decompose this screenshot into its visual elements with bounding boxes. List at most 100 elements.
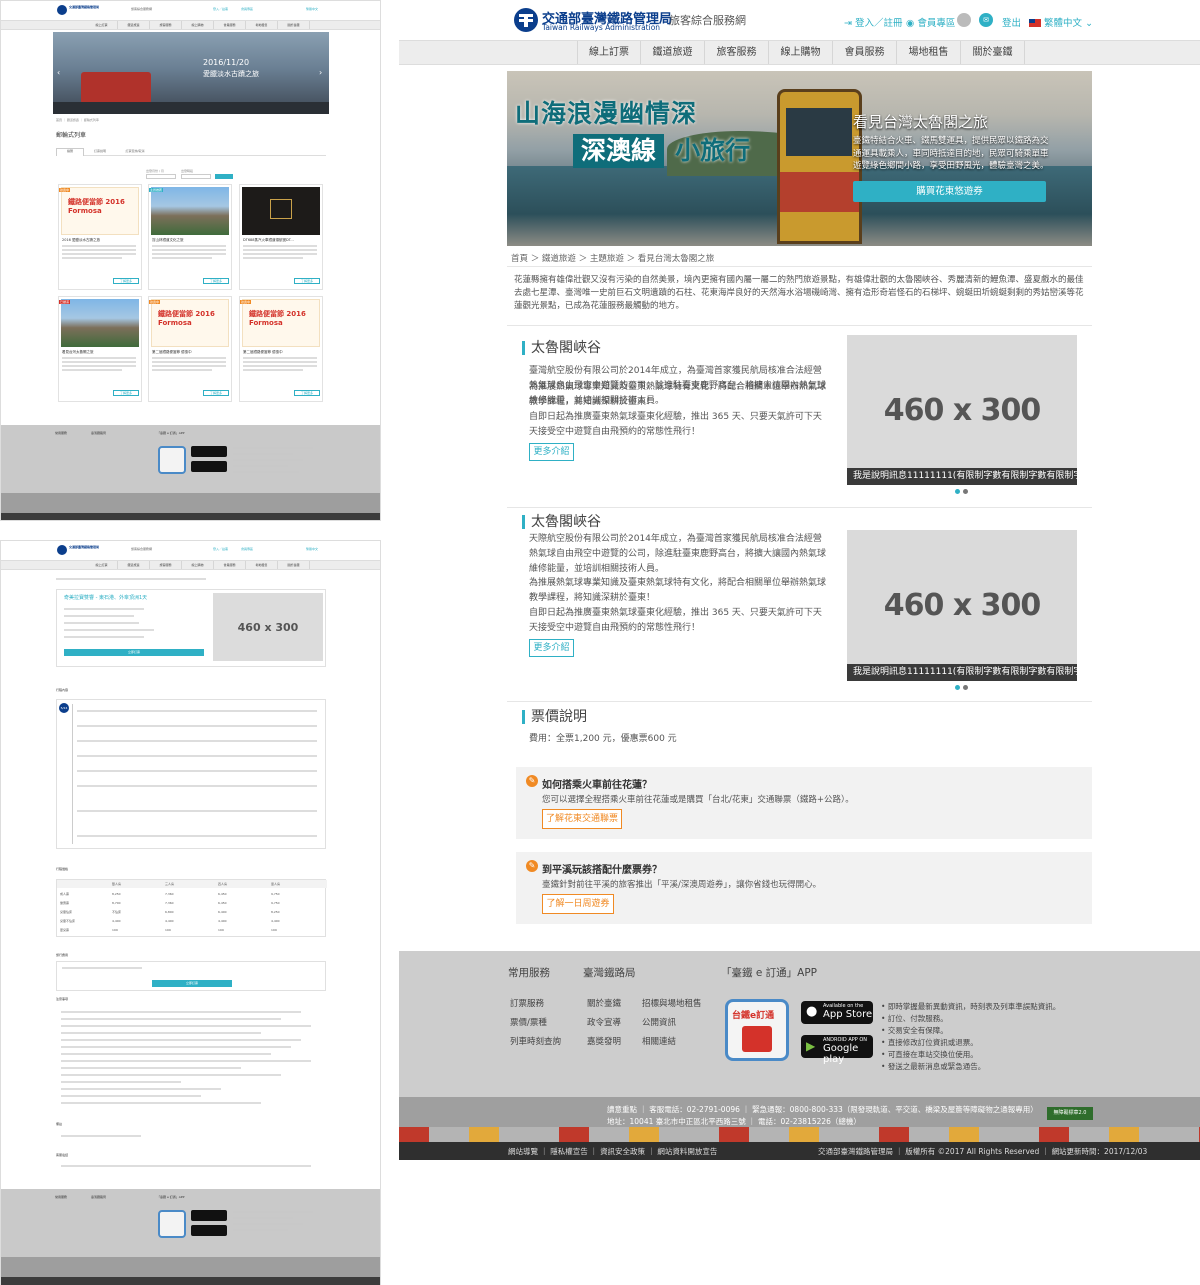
tour-card[interactable]: 鐵路便當節 2016 Formosa 熱賣中 第二屆鐵路便當節 優惠中 了解更多 bbox=[148, 296, 232, 402]
login-link[interactable]: ⇥ 登入／註冊 bbox=[844, 15, 903, 29]
thumb-app-store-button[interactable] bbox=[191, 1210, 227, 1221]
footer-link[interactable]: 票價/票種 bbox=[510, 1016, 561, 1028]
tour-card[interactable]: 鐵路便當節 2016 Formosa 熱賣中 第二屆鐵路便當節 優惠中 了解更多 bbox=[239, 296, 323, 402]
privacy-link[interactable]: 隱私權宣告 bbox=[550, 1147, 588, 1156]
faq-button[interactable]: 了解花東交通聯票 bbox=[542, 809, 622, 829]
nav-item-rail-travel[interactable]: 鐵道旅遊 bbox=[641, 41, 705, 64]
faq-box: ✎ 到平溪玩該搭配什麼票券？ 臺鐵針對前往平溪的旅客推出「平溪/深澳周遊券」，讓… bbox=[516, 852, 1092, 924]
tab-overview[interactable]: 總覽 bbox=[56, 148, 84, 156]
user-icon: ◉ bbox=[906, 18, 915, 29]
card-button[interactable]: 了解更多 bbox=[113, 390, 139, 396]
thumb-app-store-button[interactable] bbox=[191, 446, 227, 457]
thumb-section-price: 行程價格 bbox=[56, 867, 69, 871]
footer-link[interactable]: 列車時刻查詢 bbox=[510, 1035, 561, 1047]
thumb-nav-item[interactable]: 線上訂票 bbox=[86, 21, 118, 29]
thumb-lang[interactable]: 繁體中文 bbox=[306, 7, 318, 11]
nav-item-venue[interactable]: 場地租售 bbox=[897, 41, 961, 64]
more-button[interactable]: 更多介紹 bbox=[529, 443, 574, 461]
nav-item-booking[interactable]: 線上訂票 bbox=[577, 41, 641, 64]
google-play-button[interactable]: ▶ ANDROID APP ON Google play bbox=[801, 1035, 873, 1065]
thumb-login[interactable]: 登入／註冊 bbox=[213, 7, 228, 11]
nav-item-passenger-service[interactable]: 旅客服務 bbox=[705, 41, 769, 64]
footer-link[interactable]: 公開資訊 bbox=[642, 1016, 702, 1028]
footer-contact: 讀意重點 ｜ 客服電話：02-2791-0096 ｜ 緊急通報：0800-800… bbox=[399, 1097, 1200, 1142]
main-detail-page: 交通部臺灣鐵路管理局 Taiwan Railways Administratio… bbox=[399, 0, 1200, 1160]
thumb-login[interactable]: 登入／註冊 bbox=[213, 547, 228, 551]
thumb-nav-item[interactable]: 會員服務 bbox=[214, 21, 246, 29]
card-button[interactable]: 了解更多 bbox=[294, 390, 320, 396]
breadcrumb-travel[interactable]: 鐵道旅遊 bbox=[542, 254, 576, 264]
thumb-nav-item[interactable]: 場地租售 bbox=[246, 21, 278, 29]
card-button[interactable]: 了解更多 bbox=[113, 278, 139, 284]
chevron-right-icon[interactable]: › bbox=[319, 68, 322, 77]
footer-link[interactable]: 訂票服務 bbox=[510, 997, 561, 1009]
security-link[interactable]: 資訊安全政策 bbox=[600, 1147, 645, 1156]
site-logo[interactable]: 交通部臺灣鐵路管理局 Taiwan Railways Administratio… bbox=[514, 7, 679, 35]
carousel-dots[interactable] bbox=[955, 489, 968, 494]
thumb-google-play-button[interactable] bbox=[191, 1225, 227, 1236]
chevron-left-icon[interactable]: ‹ bbox=[57, 68, 60, 77]
thumb-nav-item[interactable]: 旅客服務 bbox=[150, 561, 182, 569]
thumb-member[interactable]: 會員專區 bbox=[241, 7, 253, 11]
thumb-section-itinerary: 行程內容 bbox=[56, 688, 69, 692]
thumb-nav-item[interactable]: 會員服務 bbox=[214, 561, 246, 569]
thumb-nav-item[interactable]: 鐵道旅遊 bbox=[118, 561, 150, 569]
app-store-button[interactable]: ● Available on the App Store bbox=[801, 1001, 873, 1024]
tour-card[interactable]: DT688蒸汽火車鐵道領航號DT... 了解更多 bbox=[239, 184, 323, 290]
open-data-link[interactable]: 網站資料開放宣告 bbox=[657, 1147, 717, 1156]
thumb-nav-item[interactable]: 線上購物 bbox=[182, 561, 214, 569]
tab-booking-info[interactable]: 訂票說明 bbox=[86, 149, 114, 153]
thumb-filter-select[interactable] bbox=[181, 174, 211, 179]
thumb-nav-item[interactable]: 關於臺鐵 bbox=[278, 21, 310, 29]
footer-col1: 訂票服務 票價/票種 列車時刻查詢 bbox=[510, 997, 561, 1054]
tra-logo-icon bbox=[57, 5, 67, 15]
footer-col2-title: 臺灣鐵路局 bbox=[583, 967, 636, 979]
thumb-member[interactable]: 會員專區 bbox=[241, 547, 253, 551]
thumb-book-button[interactable]: 立即訂票 bbox=[64, 649, 204, 656]
thumb-nav-item[interactable]: 線上訂票 bbox=[86, 561, 118, 569]
thumb-google-play-button[interactable] bbox=[191, 461, 227, 472]
thumb-footer-col2-title: 臺灣鐵路局 bbox=[91, 431, 107, 435]
tour-card[interactable]: 鐵路便當節 2016 Formosa 熱賣中 2016 愛臘淡水古蹟之旅 了解更… bbox=[58, 184, 142, 290]
thumb-book-button-2[interactable]: 立即訂票 bbox=[152, 980, 232, 987]
thumb-filter-select[interactable] bbox=[146, 174, 176, 179]
thumb-nav-item[interactable]: 線上購物 bbox=[182, 21, 214, 29]
card-button[interactable]: 了解更多 bbox=[294, 278, 320, 284]
more-button[interactable]: 更多介紹 bbox=[529, 639, 574, 657]
thumb-filter-button[interactable] bbox=[215, 174, 233, 179]
nav-item-member[interactable]: 會員服務 bbox=[833, 41, 897, 64]
accessibility-badge[interactable]: 無障礙標章2.0 bbox=[1047, 1107, 1093, 1120]
thumb-banner[interactable]: 2016/11/20 愛臘淡水古蹟之旅 ‹ › bbox=[53, 32, 329, 114]
nav-item-shopping[interactable]: 線上購物 bbox=[769, 41, 833, 64]
thumb-lang[interactable]: 繁體中文 bbox=[306, 547, 318, 551]
tab-booking-query[interactable]: 訂票查詢/取消 bbox=[116, 149, 154, 153]
language-select[interactable]: 繁體中文 ⌄ bbox=[1029, 15, 1093, 29]
carousel-dots[interactable] bbox=[955, 685, 968, 690]
card-button[interactable]: 了解更多 bbox=[203, 278, 229, 284]
member-link[interactable]: ◉ 會員專區 bbox=[906, 15, 955, 29]
footer-link[interactable]: 相關連結 bbox=[642, 1035, 702, 1047]
main-nav: 線上訂票 鐵道旅遊 旅客服務 線上購物 會員服務 場地租售 關於臺鐵 bbox=[399, 40, 1200, 65]
thumb-nav-item[interactable]: 旅客服務 bbox=[150, 21, 182, 29]
card-button[interactable]: 了解更多 bbox=[203, 390, 229, 396]
notification-icon[interactable]: ✉ bbox=[979, 13, 993, 27]
sitemap-link[interactable]: 網站導覽 bbox=[508, 1147, 538, 1156]
thumb-nav-item[interactable]: 鐵道旅遊 bbox=[118, 21, 150, 29]
breadcrumb-theme[interactable]: 主題旅遊 bbox=[590, 254, 624, 264]
breadcrumb-home[interactable]: 首頁 bbox=[511, 254, 528, 264]
footer-link[interactable]: 招標與場地租售 bbox=[642, 997, 702, 1009]
footer: 常用服務 訂票服務 票價/票種 列車時刻查詢 臺灣鐵路局 關於臺鐵 政令宣導 嘉… bbox=[399, 951, 1200, 1097]
tour-card[interactable]: 主題推薦 賞山林鐵道文化之旅 了解更多 bbox=[148, 184, 232, 290]
thumb-nav-item[interactable]: 場地租售 bbox=[246, 561, 278, 569]
faq-button[interactable]: 了解一日周遊券 bbox=[542, 894, 614, 914]
hero-cta-button[interactable]: 購買花東悠遊券 bbox=[853, 181, 1046, 202]
logout-link[interactable]: 登出 bbox=[1002, 15, 1021, 29]
tour-card[interactable]: 已額滿 看見台灣太魯閣之旅 了解更多 bbox=[58, 296, 142, 402]
nav-item-about[interactable]: 關於臺鐵 bbox=[961, 41, 1025, 64]
footer-link[interactable]: 關於臺鐵 bbox=[587, 997, 621, 1009]
footer-link[interactable]: 政令宣導 bbox=[587, 1016, 621, 1028]
thumb-nav-item[interactable]: 關於臺鐵 bbox=[278, 561, 310, 569]
app-icon: 台鐵e訂通 bbox=[725, 999, 789, 1061]
mail-icon[interactable] bbox=[957, 13, 971, 27]
footer-link[interactable]: 嘉獎發明 bbox=[587, 1035, 621, 1047]
